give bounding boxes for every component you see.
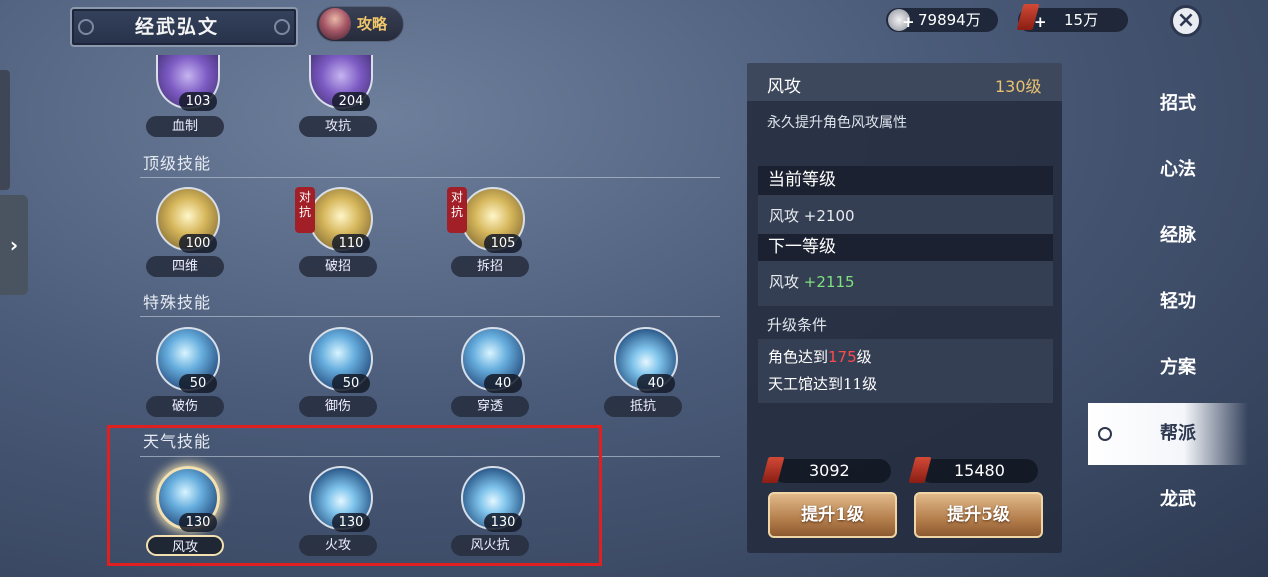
cost-5-level: 15480 bbox=[908, 457, 1038, 483]
skill-level: 100 bbox=[179, 234, 217, 253]
pvp-tag: 对抗 bbox=[447, 187, 467, 233]
condition-text: 角色达到 bbox=[768, 348, 829, 366]
section-title: 特殊技能 bbox=[143, 293, 212, 312]
upgrade-1-button[interactable]: 提升1级 bbox=[768, 492, 897, 538]
close-button[interactable]: × bbox=[1170, 5, 1202, 37]
nav-xinfa[interactable]: 心法 bbox=[1088, 139, 1248, 201]
detail-header: 风攻 130级 bbox=[747, 63, 1062, 101]
next-stat-label: 风攻 bbox=[769, 273, 800, 291]
skill-name: 四维 bbox=[146, 256, 224, 277]
skill-name: 血制 bbox=[146, 116, 224, 137]
skill-level: 204 bbox=[332, 92, 370, 111]
section-title: 顶级技能 bbox=[143, 154, 212, 173]
condition-role-level: 角色达到175级 bbox=[768, 346, 872, 367]
skill-level: 50 bbox=[179, 374, 217, 393]
upgrade-condition-title: 升级条件 bbox=[767, 316, 828, 334]
stat-box: 当前等级 风攻 +2100 下一等级 风攻 +2115 bbox=[758, 166, 1053, 306]
nav-qinggong[interactable]: 轻功 bbox=[1088, 271, 1248, 333]
cost-1-level: 3092 bbox=[761, 457, 891, 483]
upgrade-5-button[interactable]: 提升5级 bbox=[914, 492, 1043, 538]
nav-longwu[interactable]: 龙武 bbox=[1088, 469, 1248, 531]
skill-level: 40 bbox=[484, 374, 522, 393]
skill-level: 105 bbox=[484, 234, 522, 253]
add-silver-icon[interactable]: + bbox=[902, 10, 915, 34]
next-stat: 风攻 +2115 bbox=[769, 271, 855, 292]
token-icon bbox=[908, 457, 932, 483]
section-divider bbox=[140, 316, 720, 317]
detail-skill-name: 风攻 bbox=[767, 77, 801, 97]
token-icon bbox=[761, 457, 785, 483]
add-token-icon[interactable]: + bbox=[1034, 10, 1047, 34]
skill-name: 抵抗 bbox=[604, 396, 682, 417]
skill-level: 103 bbox=[179, 92, 217, 111]
skill-pozhao[interactable]: 对抗 110 破招 bbox=[295, 187, 387, 287]
guide-avatar bbox=[319, 8, 351, 40]
nav-jingmai[interactable]: 经脉 bbox=[1088, 205, 1248, 267]
skill-detail-panel: 风攻 130级 永久提升角色风攻属性 当前等级 风攻 +2100 下一等级 风攻… bbox=[747, 63, 1062, 553]
silver-amount: 79894万 bbox=[918, 11, 981, 29]
nav-label: 帮派 bbox=[1160, 423, 1196, 444]
nav-bangpai[interactable]: 帮派 bbox=[1088, 403, 1248, 465]
current-stat-value: +2100 bbox=[803, 207, 855, 225]
section-divider bbox=[140, 177, 720, 178]
condition-box: 角色达到175级 天工馆达到11级 bbox=[758, 339, 1053, 403]
skill-name: 攻抗 bbox=[299, 116, 377, 137]
skill-chaizhao[interactable]: 对抗 105 拆招 bbox=[447, 187, 539, 287]
condition-required-level: 175 bbox=[828, 348, 857, 366]
skill-siwei[interactable]: 100 四维 bbox=[144, 187, 234, 287]
nav-fangan[interactable]: 方案 bbox=[1088, 337, 1248, 399]
cost-5-value: 15480 bbox=[954, 461, 1005, 480]
detail-skill-level: 130级 bbox=[995, 77, 1042, 96]
token-amount: 15万 bbox=[1064, 11, 1099, 29]
skill-name: 御伤 bbox=[299, 396, 377, 417]
skill-level: 40 bbox=[637, 374, 675, 393]
guide-label: 攻略 bbox=[357, 15, 388, 33]
cost-1-value: 3092 bbox=[809, 461, 850, 480]
skill-name: 穿透 bbox=[451, 396, 529, 417]
skill-level: 110 bbox=[332, 234, 370, 253]
expand-side-panel-button[interactable]: › bbox=[0, 195, 28, 295]
condition-workshop: 天工馆达到11级 bbox=[768, 375, 878, 393]
skill-name: 破伤 bbox=[146, 396, 224, 417]
current-stat: 风攻 +2100 bbox=[769, 205, 855, 226]
skill-poshang[interactable]: 50 破伤 bbox=[144, 327, 234, 427]
detail-description: 永久提升角色风攻属性 bbox=[767, 115, 907, 131]
current-level-title: 当前等级 bbox=[758, 166, 1053, 195]
pvp-tag: 对抗 bbox=[295, 187, 315, 233]
skill-level: 50 bbox=[332, 374, 370, 393]
next-stat-value: +2115 bbox=[803, 273, 855, 291]
condition-unit: 级 bbox=[856, 348, 872, 366]
highlight-box bbox=[107, 425, 602, 566]
title-ornament-icon bbox=[274, 19, 290, 35]
skill-chuantou[interactable]: 40 穿透 bbox=[449, 327, 539, 427]
current-stat-label: 风攻 bbox=[769, 207, 800, 225]
token-currency[interactable]: + 15万 bbox=[1016, 4, 1128, 34]
skill-name: 拆招 bbox=[451, 256, 529, 277]
title-plate: 经武弘文 ? bbox=[70, 7, 342, 47]
silver-currency[interactable]: + 79894万 bbox=[886, 8, 998, 32]
nav-zhaoshi[interactable]: 招式 bbox=[1088, 73, 1248, 135]
page-title: 经武弘文 bbox=[134, 16, 219, 38]
next-level-title: 下一等级 bbox=[758, 234, 1053, 261]
side-panel-edge bbox=[0, 70, 10, 190]
skill-xuezhi[interactable]: 103 血制 bbox=[144, 55, 234, 155]
skill-gongkang[interactable]: 204 攻抗 bbox=[297, 55, 387, 155]
skill-dikang[interactable]: 40 抵抗 bbox=[602, 327, 692, 427]
selected-bullet-icon bbox=[1098, 427, 1112, 441]
guide-button[interactable]: 攻略 bbox=[316, 6, 404, 42]
skill-name: 破招 bbox=[299, 256, 377, 277]
right-nav: 招式 心法 经脉 轻功 方案 帮派 龙武 bbox=[1088, 68, 1268, 568]
skill-yushang[interactable]: 50 御伤 bbox=[297, 327, 387, 427]
